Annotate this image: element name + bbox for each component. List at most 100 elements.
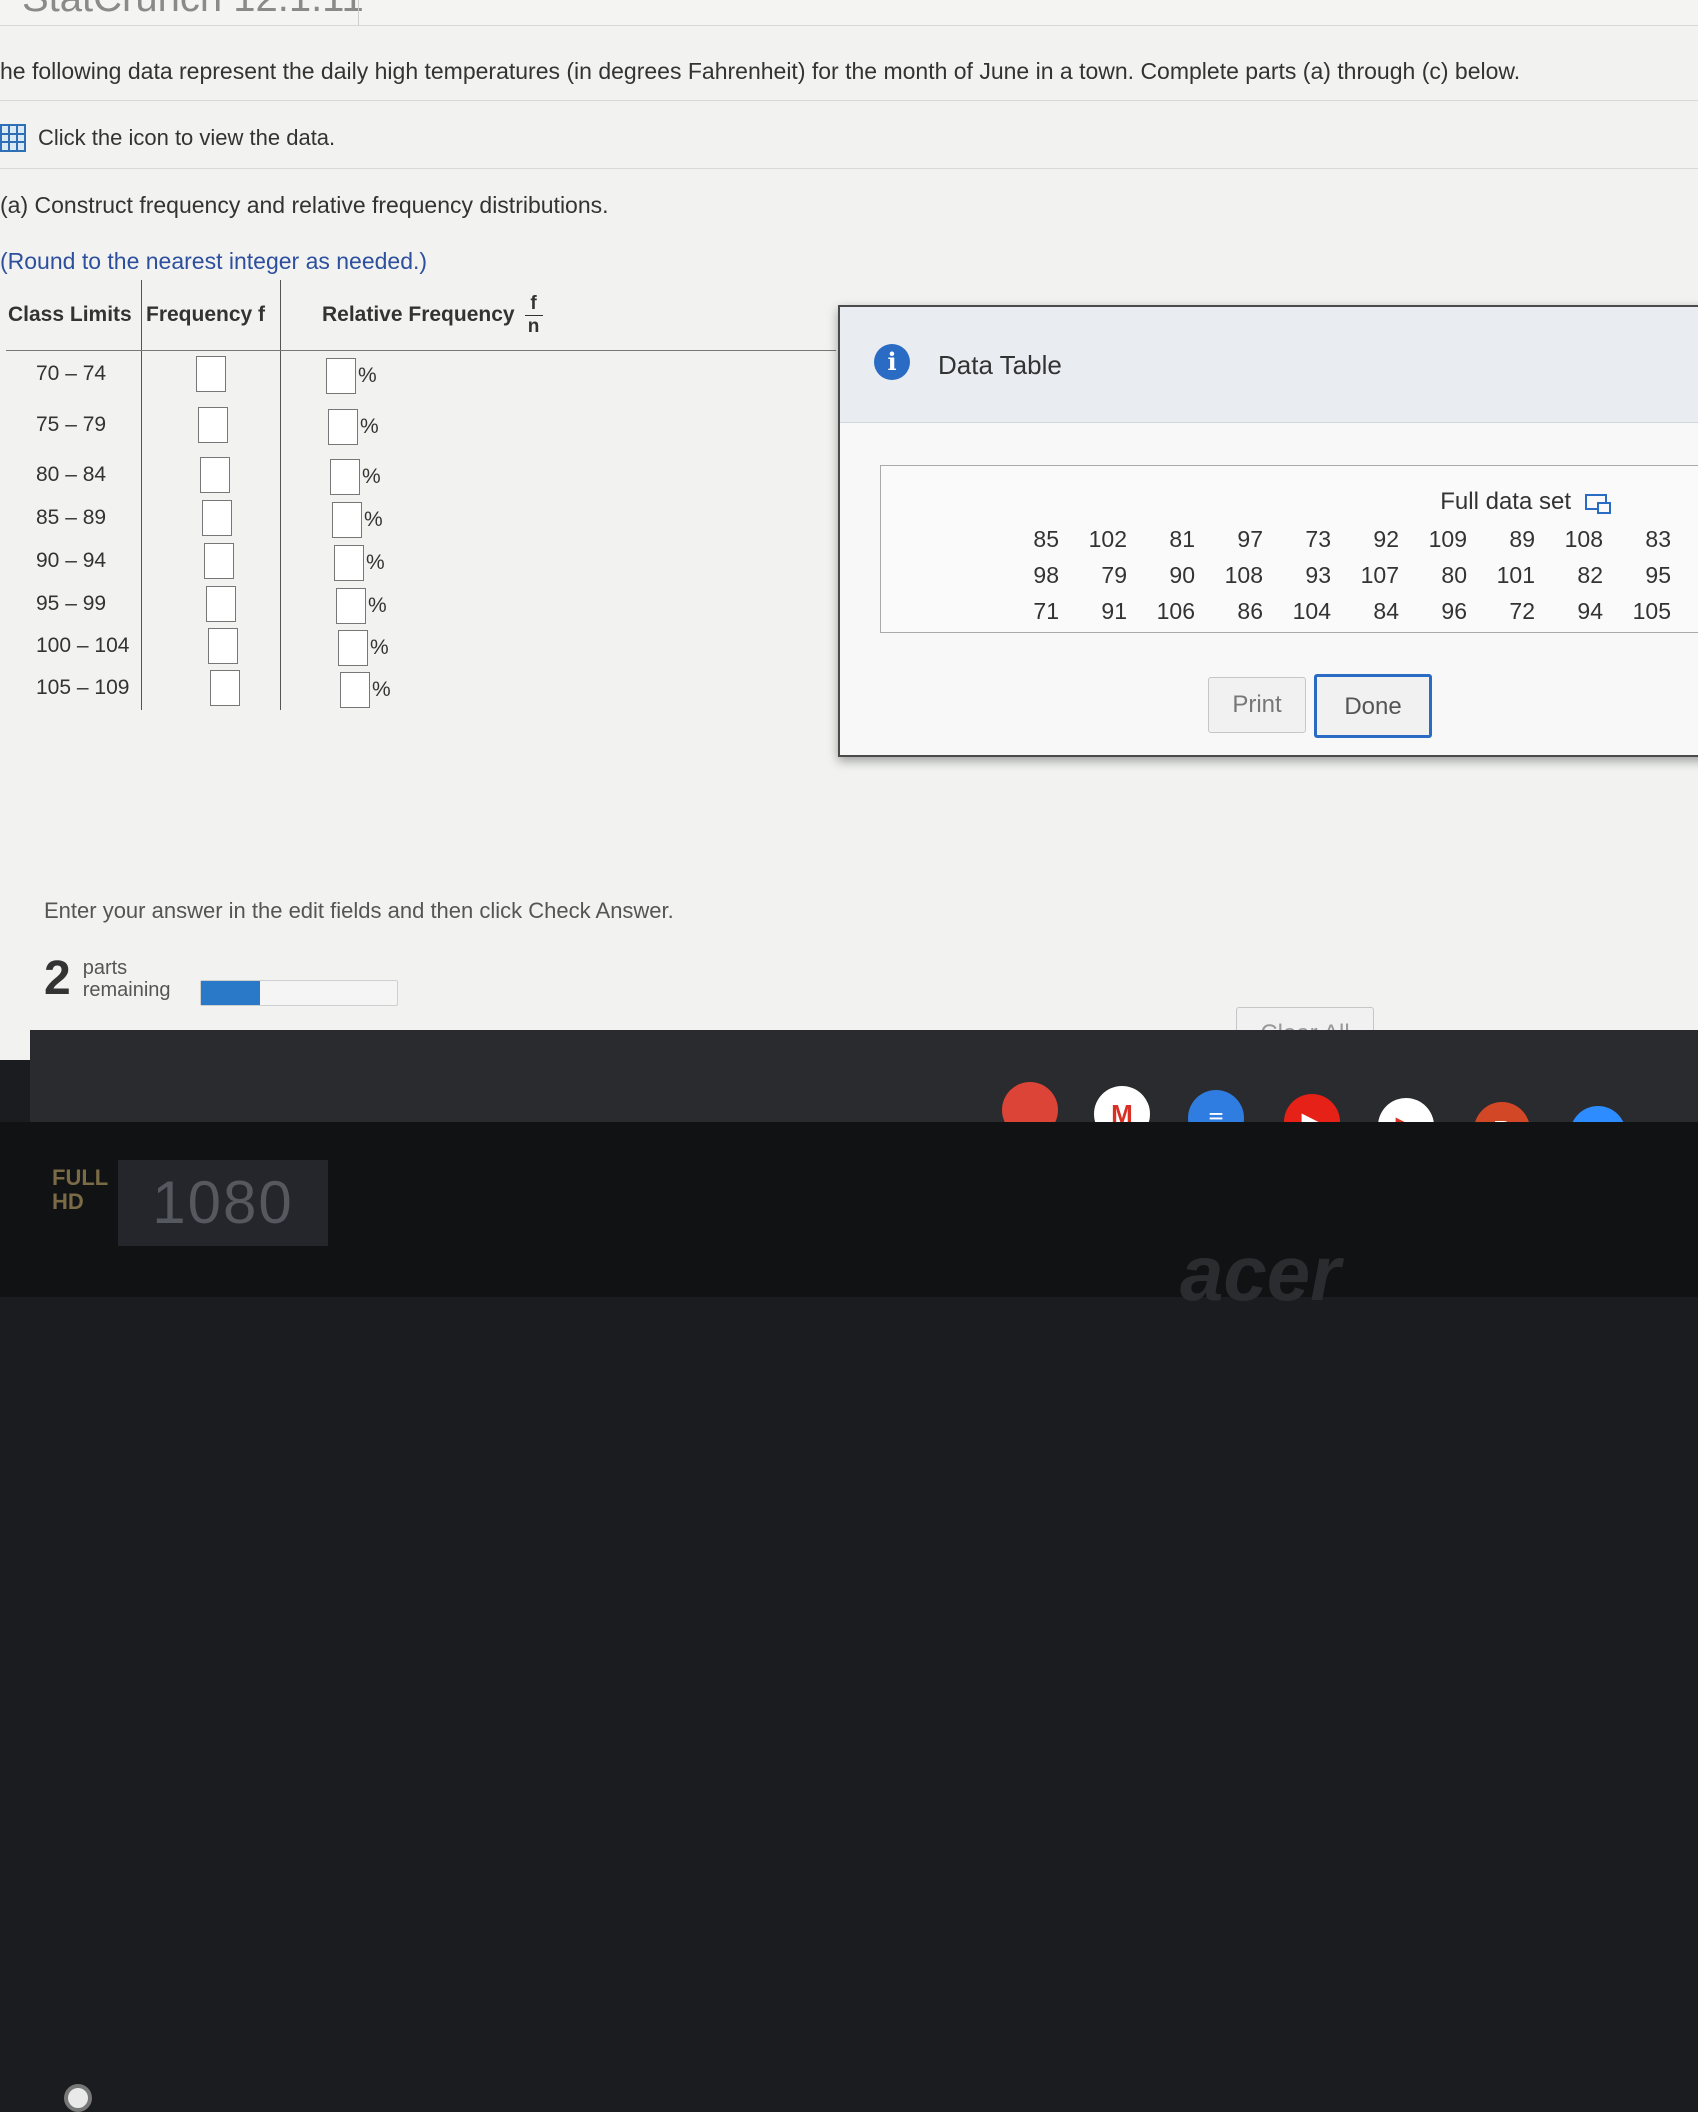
table-row: 75 – 79 % bbox=[6, 405, 406, 447]
table-row: 85 – 89 % bbox=[6, 498, 406, 540]
browser-screen: StatCrunch 12.1.11 he following data rep… bbox=[0, 0, 1698, 1060]
data-table-dialog: i Data Table Full data set 85 102 81 97 73 92… bbox=[838, 305, 1698, 757]
frequency-input[interactable] bbox=[202, 500, 232, 536]
relative-frequency-input[interactable] bbox=[332, 502, 362, 538]
header-relative-frequency: Relative Frequency f n bbox=[322, 280, 582, 350]
print-button[interactable]: Print bbox=[1208, 677, 1306, 733]
percent-sign: % bbox=[366, 551, 385, 574]
data-panel: Full data set 85 102 81 97 73 92 109 89 108 83 98 7… bbox=[880, 465, 1698, 633]
table-row: 100 – 104 % bbox=[6, 626, 406, 668]
class-limit: 95 – 99 bbox=[36, 592, 107, 615]
class-limit: 100 – 104 bbox=[36, 634, 130, 657]
header-relative-frequency-label: Relative Frequency bbox=[322, 303, 515, 326]
header-underline bbox=[6, 350, 836, 351]
parts-count: 2 bbox=[44, 952, 71, 1005]
full-data-set-label: Full data set bbox=[1440, 488, 1571, 515]
relative-frequency-input[interactable] bbox=[338, 630, 368, 666]
class-limit: 80 – 84 bbox=[36, 463, 107, 486]
frequency-input[interactable] bbox=[198, 407, 228, 443]
class-limit: 105 – 109 bbox=[36, 676, 130, 699]
data-cell: 95 bbox=[1645, 562, 1671, 588]
title-bar: StatCrunch 12.1.11 bbox=[0, 0, 1698, 26]
parts-label: parts remaining bbox=[83, 957, 171, 1001]
relative-frequency-input[interactable] bbox=[340, 672, 370, 708]
fraction-numerator: f bbox=[530, 292, 537, 314]
frequency-input[interactable] bbox=[208, 628, 238, 664]
percent-sign: % bbox=[360, 415, 379, 438]
relative-frequency-input[interactable] bbox=[334, 545, 364, 581]
data-cell: 107 bbox=[1360, 562, 1399, 588]
data-cell: 96 bbox=[1441, 598, 1467, 624]
progress-bar bbox=[200, 980, 398, 1006]
data-cell: 86 bbox=[1237, 598, 1263, 624]
data-cell: 72 bbox=[1509, 598, 1535, 624]
table-row: 70 – 74 % bbox=[6, 354, 406, 396]
data-row: 85 102 81 97 73 92 109 89 108 83 bbox=[997, 526, 1677, 562]
full-hd-badge: FULL HD bbox=[52, 1165, 108, 1214]
progress-fill bbox=[201, 981, 260, 1005]
frequency-input[interactable] bbox=[206, 586, 236, 622]
question-text: he following data represent the daily hi… bbox=[0, 58, 1521, 84]
data-cell: 101 bbox=[1496, 562, 1535, 588]
data-cell: 102 bbox=[1088, 526, 1127, 552]
data-cell: 89 bbox=[1509, 526, 1535, 552]
percent-sign: % bbox=[370, 636, 389, 659]
data-cell: 71 bbox=[1033, 598, 1059, 624]
data-cell: 80 bbox=[1441, 562, 1467, 588]
dialog-title: Data Table bbox=[938, 350, 1062, 380]
data-cell: 109 bbox=[1428, 526, 1467, 552]
relative-frequency-input[interactable] bbox=[328, 409, 358, 445]
info-icon: i bbox=[874, 344, 910, 380]
copy-icon[interactable] bbox=[1585, 494, 1611, 514]
remaining-word: remaining bbox=[82, 979, 171, 1001]
instructions-text: Enter your answer in the edit fields and… bbox=[44, 898, 674, 923]
round-note: (Round to the nearest integer as needed.… bbox=[0, 248, 428, 274]
data-cell: 85 bbox=[1033, 526, 1059, 552]
data-cell: 104 bbox=[1292, 598, 1331, 624]
class-limit: 90 – 94 bbox=[36, 549, 107, 572]
class-limit: 85 – 89 bbox=[36, 506, 107, 529]
data-cell: 98 bbox=[1033, 562, 1059, 588]
data-cell: 93 bbox=[1305, 562, 1331, 588]
data-cell: 84 bbox=[1373, 598, 1399, 624]
data-table-icon[interactable] bbox=[0, 124, 26, 152]
frequency-input[interactable] bbox=[196, 356, 226, 392]
percent-sign: % bbox=[362, 465, 381, 488]
launcher-button[interactable] bbox=[64, 2084, 92, 2112]
data-cell: 94 bbox=[1577, 598, 1603, 624]
parts-word: parts bbox=[82, 957, 128, 979]
table-row: 95 – 99 % bbox=[6, 584, 406, 626]
relative-frequency-input[interactable] bbox=[326, 358, 356, 394]
table-row: 90 – 94 % bbox=[6, 541, 406, 583]
class-limit: 75 – 79 bbox=[36, 413, 107, 436]
full-data-set-link[interactable]: Full data set bbox=[1440, 488, 1611, 516]
fraction-denominator: n bbox=[527, 315, 540, 337]
fraction-f-over-n: f n bbox=[524, 292, 543, 338]
app-title: StatCrunch 12.1.11 bbox=[22, 0, 364, 21]
data-row: 98 79 90 108 93 107 80 101 82 95 bbox=[997, 562, 1677, 598]
relative-frequency-input[interactable] bbox=[330, 459, 360, 495]
relative-frequency-input[interactable] bbox=[336, 588, 366, 624]
data-row: 71 91 106 86 104 84 96 72 94 105 bbox=[997, 598, 1677, 634]
percent-sign: % bbox=[368, 594, 387, 617]
class-limit: 70 – 74 bbox=[36, 362, 107, 385]
divider bbox=[0, 100, 1698, 101]
header-class-limits: Class Limits bbox=[8, 303, 132, 326]
frequency-input[interactable] bbox=[210, 670, 240, 706]
data-cell: 90 bbox=[1169, 562, 1195, 588]
data-grid: 85 102 81 97 73 92 109 89 108 83 98 79 90 108 93 107 80 1… bbox=[997, 526, 1677, 634]
view-data-row[interactable]: Click the icon to view the data. bbox=[0, 124, 335, 152]
table-row: 80 – 84 % bbox=[6, 455, 406, 497]
part-a-prompt: (a) Construct frequency and relative fre… bbox=[0, 192, 609, 218]
frequency-input[interactable] bbox=[200, 457, 230, 493]
parts-remaining: 2 parts remaining bbox=[44, 955, 171, 1003]
data-cell: 105 bbox=[1632, 598, 1671, 624]
data-cell: 91 bbox=[1101, 598, 1127, 624]
data-cell: 97 bbox=[1237, 526, 1263, 552]
frequency-input[interactable] bbox=[204, 543, 234, 579]
data-cell: 108 bbox=[1564, 526, 1603, 552]
os-shelf bbox=[30, 1030, 1698, 2112]
done-button[interactable]: Done bbox=[1314, 674, 1432, 738]
data-cell: 79 bbox=[1101, 562, 1127, 588]
dialog-header: i Data Table bbox=[840, 307, 1698, 423]
